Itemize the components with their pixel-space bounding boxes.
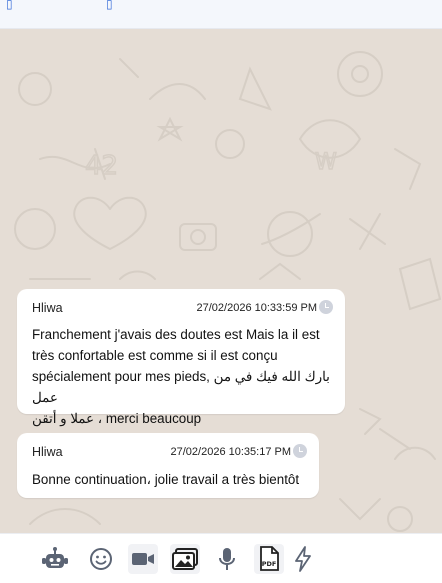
message-timestamp: 27/02/2026 10:35:17 PM [170, 446, 291, 458]
bot-icon[interactable] [40, 544, 70, 574]
composer-toolbar: PDF [0, 533, 442, 583]
microphone-icon[interactable] [212, 544, 242, 574]
document-icon[interactable]: ▯ [106, 0, 113, 10]
top-bar: ▯ ▯ [0, 0, 442, 29]
chat-area[interactable]: 42 W Hliwa 27/02/2026 10:33:59 PM Franch… [0, 29, 442, 533]
video-icon[interactable] [128, 544, 158, 574]
pdf-icon[interactable]: PDF [254, 544, 284, 574]
image-icon[interactable] [170, 544, 200, 574]
svg-text:PDF: PDF [262, 560, 277, 568]
svg-text:42: 42 [85, 151, 118, 181]
message-timestamp: 27/02/2026 10:33:59 PM [196, 302, 317, 314]
svg-text:W: W [315, 150, 337, 175]
message-bubble[interactable]: Hliwa 27/02/2026 10:35:17 PM Bonne conti… [17, 433, 319, 498]
message-text: Franchement j'avais des doutes est Mais … [32, 327, 330, 426]
message-sender: Hliwa [32, 301, 63, 315]
message-bubble[interactable]: Hliwa 27/02/2026 10:33:59 PM Franchement… [17, 289, 345, 426]
clock-icon [293, 444, 307, 458]
message-sender: Hliwa [32, 445, 63, 459]
lightning-icon[interactable] [288, 544, 318, 574]
clock-icon [319, 300, 333, 314]
document-icon[interactable]: ▯ [6, 0, 13, 10]
message-text: Bonne continuation، jolie travail a très… [32, 472, 300, 487]
emoji-icon[interactable] [86, 544, 116, 574]
